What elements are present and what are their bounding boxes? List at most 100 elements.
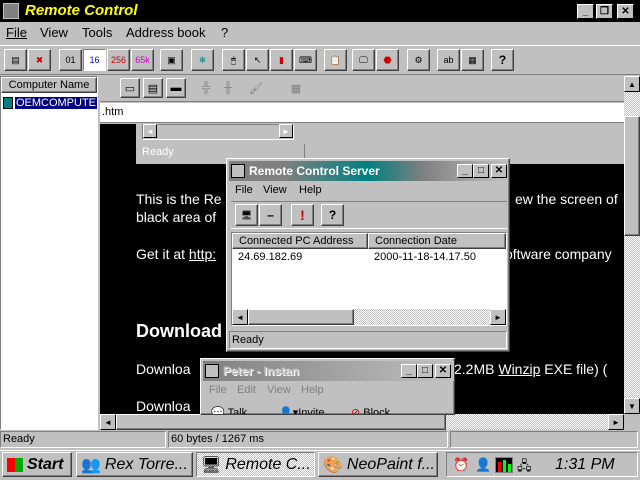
- server-scroll-right[interactable]: ►: [490, 309, 506, 325]
- vscroll-down-arrow[interactable]: ▼: [624, 398, 640, 414]
- restore-button[interactable]: ❐: [596, 4, 613, 19]
- layout-icon-2[interactable]: ▤: [143, 78, 163, 98]
- winzip-link[interactable]: Winzip: [498, 361, 540, 377]
- peter-menu-help[interactable]: Help: [301, 384, 324, 396]
- peter-menu-edit[interactable]: Edit: [237, 384, 256, 396]
- menu-view[interactable]: View: [40, 25, 68, 40]
- tray-user-icon[interactable]: 👤: [475, 457, 491, 473]
- grid-icon-1[interactable]: ╬: [196, 78, 216, 98]
- paragraph-2b: oftware company: [505, 246, 612, 262]
- tray-meter-icon[interactable]: [495, 457, 513, 473]
- monitor-icon[interactable]: 🖵: [352, 49, 375, 71]
- status-transfer: 60 bytes / 1267 ms: [168, 431, 448, 448]
- status-ready: Ready: [0, 431, 166, 448]
- remote-vscrollbar[interactable]: ▲ ▼: [624, 76, 640, 414]
- pointer-icon[interactable]: ↖: [246, 49, 269, 71]
- task-neopaint[interactable]: 🎨 NeoPaint f...: [318, 452, 438, 477]
- task-label: NeoPaint f...: [346, 455, 435, 473]
- connection-row[interactable]: 24.69.182.69 2000-11-18-14.17.50: [232, 251, 506, 265]
- paint-icon[interactable]: 🖌: [246, 78, 266, 98]
- color-01-button[interactable]: 01: [59, 49, 82, 71]
- address-text[interactable]: .htm: [102, 106, 123, 118]
- column-header-computer-name[interactable]: Computer Name: [1, 77, 97, 93]
- server-properties-icon[interactable]: 🖥: [235, 204, 258, 226]
- server-help-icon[interactable]: ?: [321, 204, 344, 226]
- window-icon[interactable]: ▣: [160, 49, 183, 71]
- clipboard-icon[interactable]: 📋: [324, 49, 347, 71]
- inner-scroll-area: ◄ ►: [142, 124, 294, 140]
- hscroll-thumb[interactable]: [116, 414, 446, 430]
- vscroll-thumb[interactable]: [624, 116, 640, 236]
- table-dropdown-icon[interactable]: ▦: [286, 78, 306, 98]
- delete-connection-icon[interactable]: ✖: [28, 49, 51, 71]
- server-minus-icon[interactable]: –: [259, 204, 282, 226]
- color-256-button[interactable]: 256: [107, 49, 130, 71]
- menu-help[interactable]: ?: [221, 25, 228, 40]
- server-maximize-button[interactable]: □: [473, 164, 489, 178]
- server-menu: File View Help: [231, 183, 507, 199]
- server-menu-file[interactable]: File: [235, 184, 253, 196]
- color-16-button[interactable]: 16: [83, 49, 106, 71]
- remote-icon: 🖥: [201, 456, 222, 474]
- main-toolbar: ▤ ✖ 01 16 256 65k ▣ ❄ 🖱 ↖ ▮ ⌨ 📋 🖵 ⬣ ⚙ ab…: [0, 45, 640, 75]
- peter-maximize-button[interactable]: □: [417, 364, 433, 378]
- task-remote-control[interactable]: 🖥 Remote C...: [196, 452, 315, 477]
- server-alert-icon[interactable]: !: [291, 204, 314, 226]
- invite-button[interactable]: 👤▾Invite: [279, 406, 325, 414]
- stop-icon[interactable]: ⬣: [376, 49, 399, 71]
- server-scroll-left[interactable]: ◄: [232, 309, 248, 325]
- table-icon[interactable]: ▦: [461, 49, 484, 71]
- new-connection-icon[interactable]: ▤: [4, 49, 27, 71]
- hscroll-right-arrow[interactable]: ►: [608, 414, 624, 430]
- menu-tools[interactable]: Tools: [82, 25, 112, 40]
- server-title: Remote Control Server: [249, 164, 380, 178]
- layout-icon-1[interactable]: ▭: [120, 78, 140, 98]
- peter-minimize-button[interactable]: _: [401, 364, 417, 378]
- col-header-date[interactable]: Connection Date: [368, 233, 506, 249]
- server-minimize-button[interactable]: _: [457, 164, 473, 178]
- snowflake-icon[interactable]: ❄: [191, 49, 214, 71]
- tray-schedule-icon[interactable]: ⏰: [453, 457, 469, 473]
- minimize-button[interactable]: _: [577, 4, 594, 19]
- close-button[interactable]: ✕: [617, 4, 634, 19]
- color-65k-button[interactable]: 65k: [131, 49, 154, 71]
- col-header-address[interactable]: Connected PC Address: [232, 233, 368, 249]
- peter-menu-file[interactable]: File: [209, 384, 227, 396]
- task-rex-torre[interactable]: 👥 Rex Torre...: [76, 452, 193, 477]
- server-scroll-thumb[interactable]: [248, 309, 354, 325]
- server-menu-view[interactable]: View: [263, 184, 287, 196]
- connection-date: 2000-11-18-14.17.50: [374, 251, 476, 263]
- vscroll-up-arrow[interactable]: ▲: [624, 76, 640, 92]
- peter-menu-view[interactable]: View: [267, 384, 291, 396]
- server-menu-help[interactable]: Help: [299, 184, 322, 196]
- server-status-text: Ready: [232, 334, 264, 346]
- paragraph-2-link[interactable]: http:: [189, 246, 216, 262]
- server-hscrollbar[interactable]: ◄ ►: [232, 309, 506, 325]
- server-close-button[interactable]: ✕: [491, 164, 507, 178]
- inner-scroll-right[interactable]: ►: [279, 124, 293, 138]
- font-icon[interactable]: ab: [437, 49, 460, 71]
- hscroll-left-arrow[interactable]: ◄: [100, 414, 116, 430]
- tray-network-icon[interactable]: 🖧: [517, 457, 532, 479]
- paragraph-3-tail: EXE file) (: [540, 361, 608, 377]
- layout-icon-3[interactable]: ▬: [166, 78, 186, 98]
- bars-icon[interactable]: ▮: [270, 49, 293, 71]
- mouse-icon[interactable]: 🖱: [222, 49, 245, 71]
- help-icon[interactable]: ?: [491, 49, 514, 71]
- menu-address-book[interactable]: Address book: [126, 25, 206, 40]
- computer-list-item[interactable]: OEMCOMPUTE: [3, 95, 97, 111]
- talk-button[interactable]: 💬 Talk: [211, 406, 247, 414]
- meter-bar-green: [503, 460, 506, 472]
- inner-scroll-left[interactable]: ◄: [143, 124, 157, 138]
- start-button[interactable]: Start: [2, 452, 72, 477]
- peter-close-button[interactable]: ✕: [435, 364, 451, 378]
- menu-bar: File View Tools Address book ?: [0, 23, 640, 43]
- remote-hscrollbar[interactable]: ◄ ►: [100, 414, 624, 430]
- download-heading: Download: [136, 321, 222, 341]
- clock[interactable]: 1:31 PM: [555, 456, 615, 474]
- tools-icon[interactable]: ⚙: [407, 49, 430, 71]
- keyboard-icon[interactable]: ⌨: [294, 49, 317, 71]
- grid-icon-2[interactable]: ╫: [218, 78, 238, 98]
- block-button[interactable]: ⊘ Block: [351, 406, 390, 414]
- menu-file[interactable]: File: [6, 25, 27, 40]
